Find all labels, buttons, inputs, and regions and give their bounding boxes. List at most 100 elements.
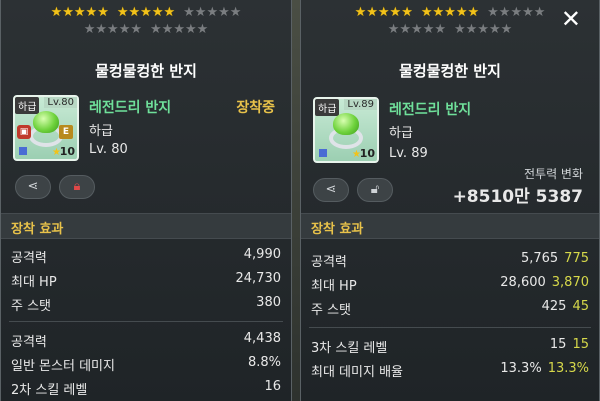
grade-tag: 하급 (315, 99, 340, 116)
stat-base: 425 (541, 299, 567, 314)
star-empty-icon: ★ (498, 5, 511, 20)
equipped-item-panel: ★★★★★ ★★★★★ ★★★★★ ★★★★★ ★★★★★ 물컹물컹한 반지 하급 L… (0, 0, 292, 401)
stat-base: 28,600 (500, 275, 546, 290)
item-level: Lv. 89 (389, 146, 428, 161)
equipped-status: 장착중 (236, 100, 275, 116)
close-button[interactable]: ✕ (561, 6, 581, 32)
star-empty-icon: ★ (218, 5, 230, 20)
star-count: 10 (359, 147, 375, 160)
stat-label: 주 스탯 (11, 299, 52, 314)
star-empty-icon: ★ (487, 5, 499, 20)
star-empty-icon: ★ (477, 22, 489, 37)
stat-label: 최대 HP (11, 275, 57, 290)
ring-gem-icon (333, 113, 359, 135)
star-empty-icon: ★ (183, 5, 195, 20)
stat-label: 주 스탯 (311, 303, 352, 318)
star-filled-icon: ★ (444, 5, 456, 20)
blue-square-icon (319, 149, 327, 157)
star-filled-icon: ★ (354, 5, 367, 20)
star-filled-icon: ★ (116, 5, 129, 20)
item-level: Lv. 80 (89, 142, 128, 157)
star-empty-icon: ★ (411, 22, 423, 37)
star-group: ★★★★★ (454, 23, 512, 37)
combat-power-label: 전투력 변화 (523, 167, 583, 181)
blue-square-icon (19, 147, 27, 155)
lock-icon: 🔒︎ (73, 179, 81, 194)
stat-bonus: 13.3% (547, 361, 589, 376)
star-force-row-1: ★★★★★ ★★★★★ ★★★★★ (1, 6, 291, 20)
star-empty-icon: ★ (399, 22, 412, 37)
stat-value: 13.3% 13.3% (500, 361, 589, 376)
star-empty-icon: ★ (194, 5, 207, 20)
equip-effect-header: 장착 효과 (1, 213, 291, 239)
star-group: ★★★★★ (117, 6, 175, 20)
star-filled-icon: ★ (128, 5, 141, 20)
stat-row: 공격력 5,765 775 (311, 248, 589, 270)
star-filled-icon: ★ (366, 5, 378, 20)
star-empty-icon: ★ (422, 22, 435, 37)
ring-gem-icon (33, 111, 59, 133)
star-force-row-2: ★★★★★ ★★★★★ (301, 23, 599, 37)
star-empty-icon: ★ (522, 5, 534, 20)
star-filled-icon: ★ (97, 5, 109, 20)
star-empty-icon: ★ (161, 22, 174, 37)
star-filled-icon: ★ (401, 5, 413, 20)
star-empty-icon: ★ (387, 22, 400, 37)
share-icon: ⋖ (325, 182, 337, 197)
lock-icon: ▣ (17, 125, 31, 139)
stat-row: 최대 HP 24,730 (11, 268, 281, 290)
equip-effect-header: 장착 효과 (301, 213, 599, 239)
share-icon: ⋖ (27, 179, 39, 194)
stat-value: 380 (256, 295, 281, 310)
ring-item-icon[interactable]: 하급 Lv.89 ★ 10 (313, 97, 379, 163)
stat-value: 16 (264, 379, 281, 394)
star-group: ★★★★★ (84, 23, 142, 37)
star-group: ★★★★★ (51, 6, 109, 20)
unlock-icon: 🔓︎ (370, 182, 380, 197)
star-filled-icon: ★ (420, 5, 433, 20)
stat-bonus: 775 (564, 251, 589, 266)
unlock-button[interactable]: 🔓︎ (357, 178, 393, 202)
star-empty-icon: ★ (229, 5, 242, 20)
star-filled-icon: ★ (73, 5, 86, 20)
stat-base: 15 (549, 337, 567, 352)
ring-item-icon[interactable]: 하급 Lv.80 ▣ E ★ 10 (13, 95, 79, 161)
stat-bonus: 3,870 (551, 275, 589, 290)
stat-value: 8.8% (247, 355, 281, 370)
star-count: 10 (59, 145, 75, 158)
stat-label: 최대 HP (311, 279, 357, 294)
star-filled-icon: ★ (389, 5, 402, 20)
stat-row: 일반 몬스터 데미지 8.8% (11, 352, 281, 374)
star-empty-icon: ★ (184, 22, 197, 37)
item-title: 물컹물컹한 반지 (399, 62, 501, 80)
star-group: ★★★★★ (487, 6, 545, 20)
share-button[interactable]: ⋖ (313, 178, 349, 202)
stat-base: 5,765 (520, 251, 559, 266)
star-filled-icon: ★ (377, 5, 390, 20)
stat-value: 24,730 (235, 271, 282, 286)
star-group: ★★★★★ (388, 23, 446, 37)
section-title: 장착 효과 (11, 222, 64, 237)
combat-power-change: +8510만 5387 (452, 187, 583, 207)
lock-button[interactable]: 🔒︎ (59, 175, 95, 199)
star-filled-icon: ★ (467, 5, 480, 20)
star-group: ★★★★★ (150, 23, 208, 37)
star-empty-icon: ★ (130, 22, 142, 37)
share-button[interactable]: ⋖ (15, 175, 51, 199)
star-empty-icon: ★ (173, 22, 185, 37)
star-filled-icon: ★ (151, 5, 164, 20)
stat-row: 최대 데미지 배율 13.3% 13.3% (311, 358, 589, 380)
item-grade: 하급 (389, 126, 413, 141)
stat-value: 425 45 (542, 299, 589, 314)
item-rarity-name: 레전드리 반지 (389, 102, 472, 118)
star-empty-icon: ★ (500, 22, 513, 37)
stat-row: 2차 스킬 레벨 16 (11, 376, 281, 398)
stat-row: 공격력 4,438 (11, 328, 281, 350)
stat-label: 공격력 (311, 255, 347, 270)
stat-row: 3차 스킬 레벨 15 15 (311, 334, 589, 356)
star-empty-icon: ★ (83, 22, 96, 37)
stat-value: 5,765 775 (521, 251, 589, 266)
star-empty-icon: ★ (196, 22, 209, 37)
game-screen: ★★★★★ ★★★★★ ★★★★★ ★★★★★ ★★★★★ 물컹물컹한 반지 하급 L… (0, 0, 600, 401)
stat-label: 2차 스킬 레벨 (11, 383, 88, 398)
